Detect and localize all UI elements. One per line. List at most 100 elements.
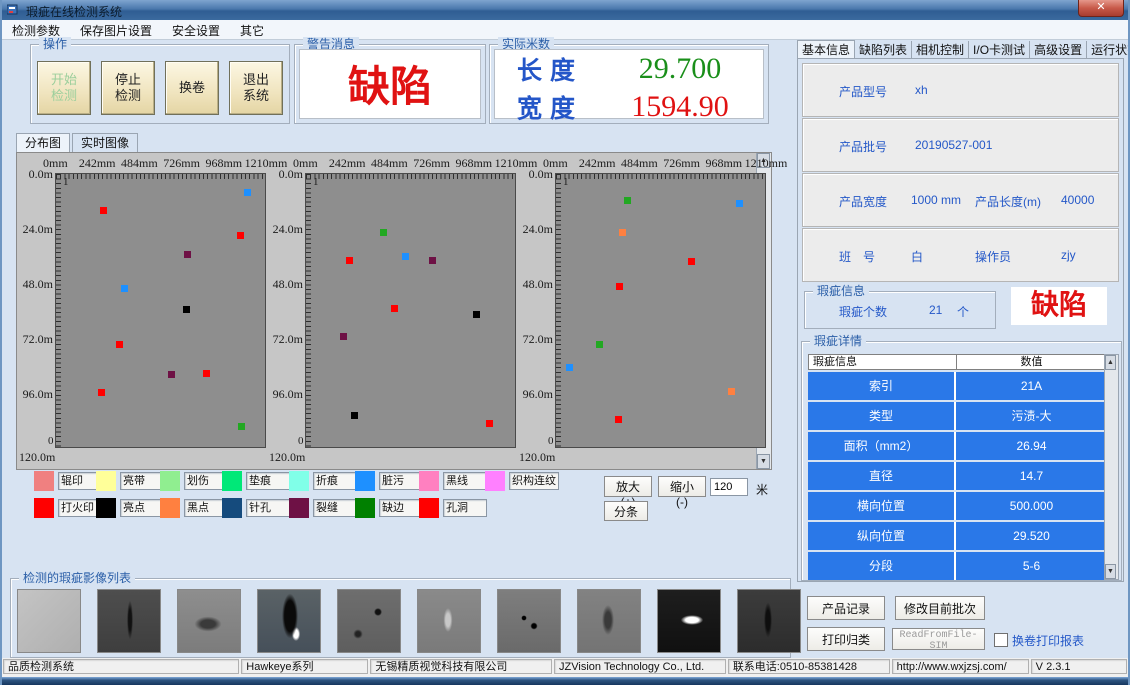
defect-point[interactable]: [238, 423, 245, 430]
defect-point[interactable]: [184, 251, 191, 258]
menu-item-3[interactable]: 其它: [230, 20, 274, 41]
scatter-plot-1[interactable]: 10: [55, 173, 266, 448]
op-button-0[interactable]: 开始 检测: [37, 61, 91, 115]
legend-label[interactable]: 缺边: [379, 499, 423, 517]
defect-point[interactable]: [100, 207, 107, 214]
defect-point[interactable]: [98, 389, 105, 396]
defect-point[interactable]: [429, 257, 436, 264]
right-tab-1[interactable]: 缺陷列表: [855, 41, 912, 59]
x-tick-label: 484mm: [371, 156, 408, 171]
detail-row-5[interactable]: 纵向位置29.520: [808, 522, 1107, 550]
defect-point[interactable]: [624, 197, 631, 204]
defect-point[interactable]: [688, 258, 695, 265]
detail-row-6[interactable]: 分段5-6: [808, 552, 1107, 580]
detail-col-header-1[interactable]: 数值: [957, 355, 1106, 369]
defect-point[interactable]: [183, 306, 190, 313]
defect-point[interactable]: [203, 370, 210, 377]
detail-scroll-up-icon[interactable]: ▲: [1105, 355, 1116, 370]
defect-info-title: 瑕疵信息: [813, 284, 869, 298]
defect-point[interactable]: [346, 257, 353, 264]
y-tick-label: 96.0m: [519, 387, 553, 402]
roll-print-checkbox[interactable]: [994, 633, 1008, 647]
zoom-out-button[interactable]: 缩小(-): [658, 476, 706, 497]
defect-point[interactable]: [616, 283, 623, 290]
defect-thumbnail-7[interactable]: [577, 589, 641, 653]
defect-point[interactable]: [566, 364, 573, 371]
range-input[interactable]: [710, 478, 748, 496]
defect-point[interactable]: [402, 253, 409, 260]
defect-thumbnail-6[interactable]: [497, 589, 561, 653]
right-tab-0[interactable]: 基本信息: [797, 40, 855, 59]
right-tab-5[interactable]: 运行状态信息: [1087, 41, 1130, 59]
product-record-button[interactable]: 产品记录: [807, 596, 885, 620]
defect-thumbnail-9[interactable]: [737, 589, 801, 653]
legend-label[interactable]: 垫痕: [246, 472, 290, 490]
defect-point[interactable]: [736, 200, 743, 207]
legend-label[interactable]: 脏污: [379, 472, 423, 490]
menu-item-1[interactable]: 保存图片设置: [70, 20, 162, 41]
defect-point[interactable]: [615, 416, 622, 423]
op-button-3[interactable]: 退出 系统: [229, 61, 283, 115]
legend-label[interactable]: 织构连纹: [509, 472, 559, 490]
read-from-file-button[interactable]: ReadFromFile-SIM: [892, 628, 985, 650]
defect-thumbnail-3[interactable]: [257, 589, 321, 653]
x-tick-label: 484mm: [121, 156, 158, 171]
defect-point[interactable]: [728, 388, 735, 395]
detail-row-2[interactable]: 面积（mm2）26.94: [808, 432, 1107, 460]
detail-row-1[interactable]: 类型污渍-大: [808, 402, 1107, 430]
defect-thumbnail-0[interactable]: [17, 589, 81, 653]
legend-label[interactable]: 孔洞: [443, 499, 487, 517]
defect-point[interactable]: [391, 305, 398, 312]
defect-point[interactable]: [351, 412, 358, 419]
split-button[interactable]: 分条: [604, 501, 648, 521]
right-tab-2[interactable]: 相机控制: [912, 41, 969, 59]
menu-item-2[interactable]: 安全设置: [162, 20, 230, 41]
legend-label[interactable]: 黑线: [443, 472, 487, 490]
print-classify-button[interactable]: 打印归类: [807, 627, 885, 651]
close-button[interactable]: ✕: [1078, 0, 1124, 17]
defect-point[interactable]: [380, 229, 387, 236]
zoom-in-button[interactable]: 放大(+): [604, 476, 652, 497]
defect-detail-table[interactable]: 瑕疵信息数值索引21A类型污渍-大面积（mm2）26.94直径14.7横向位置5…: [808, 354, 1107, 580]
modify-batch-button[interactable]: 修改目前批次: [895, 596, 985, 620]
defect-point[interactable]: [116, 341, 123, 348]
defect-thumbnail-5[interactable]: [417, 589, 481, 653]
scatter-plot-2[interactable]: 10: [305, 173, 516, 448]
defect-point[interactable]: [340, 333, 347, 340]
op-button-1[interactable]: 停止 检测: [101, 61, 155, 115]
defect-point[interactable]: [596, 341, 603, 348]
legend-label[interactable]: 裂缝: [313, 499, 357, 517]
right-tab-3[interactable]: I/O卡测试: [969, 41, 1030, 59]
detail-col-header-0[interactable]: 瑕疵信息: [809, 355, 957, 369]
defect-point[interactable]: [121, 285, 128, 292]
scatter-plot-3[interactable]: 10: [555, 173, 766, 448]
right-tab-4[interactable]: 高级设置: [1030, 41, 1087, 59]
legend-label[interactable]: 亮带: [120, 472, 164, 490]
legend-swatch: [34, 498, 54, 518]
defect-point[interactable]: [244, 189, 251, 196]
defect-point[interactable]: [473, 311, 480, 318]
detail-row-4[interactable]: 横向位置500.000: [808, 492, 1107, 520]
legend-label[interactable]: 折痕: [313, 472, 357, 490]
defect-thumbnail-8[interactable]: [657, 589, 721, 653]
defect-point[interactable]: [237, 232, 244, 239]
defect-distribution-charts[interactable]: ▲ ▼ 0mm242mm484mm726mm968mm1210mm0.0m24.…: [16, 152, 772, 470]
detail-table-scrollbar[interactable]: ▲ ▼: [1104, 354, 1119, 580]
top-tick-ruler: [306, 174, 515, 179]
op-button-2[interactable]: 换卷: [165, 61, 219, 115]
detail-scroll-down-icon[interactable]: ▼: [1105, 564, 1116, 579]
x-tick-label: 968mm: [205, 156, 242, 171]
defect-point[interactable]: [486, 420, 493, 427]
defect-thumbnail-2[interactable]: [177, 589, 241, 653]
view-tab-0[interactable]: 分布图: [16, 133, 70, 152]
y-tick-label: 72.0m: [19, 332, 53, 347]
defect-thumbnail-4[interactable]: [337, 589, 401, 653]
defect-point[interactable]: [619, 229, 626, 236]
detail-row-0[interactable]: 索引21A: [808, 372, 1107, 400]
legend-label[interactable]: 亮点: [120, 499, 164, 517]
defect-thumbnail-1[interactable]: [97, 589, 161, 653]
defect-point[interactable]: [168, 371, 175, 378]
view-tab-1[interactable]: 实时图像: [72, 133, 138, 152]
legend-label[interactable]: 针孔: [246, 499, 290, 517]
detail-row-3[interactable]: 直径14.7: [808, 462, 1107, 490]
